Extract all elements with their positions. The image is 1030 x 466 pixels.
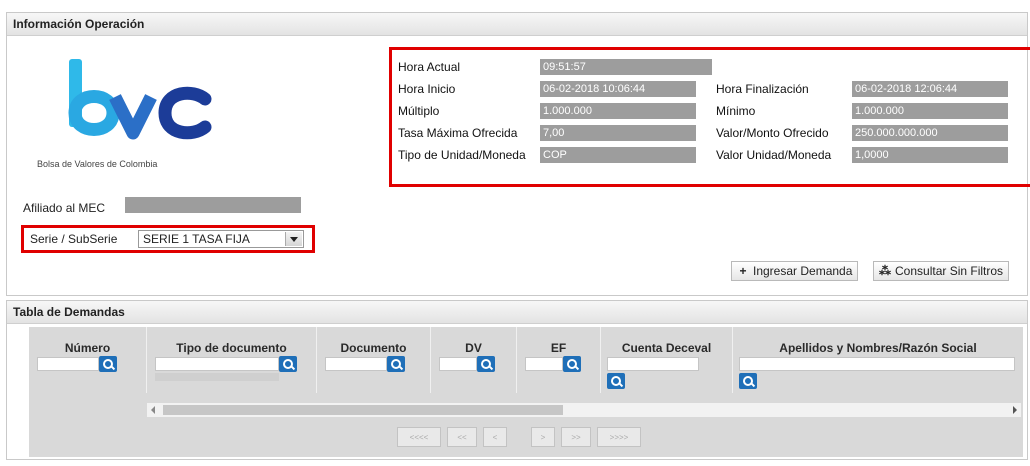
tasa-label: Tasa Máxima Ofrecida bbox=[398, 126, 518, 140]
filter-apellidos-nombres-input[interactable] bbox=[739, 357, 1015, 371]
search-icon[interactable] bbox=[607, 373, 625, 389]
tipo-unidad-value: COP bbox=[540, 147, 696, 163]
search-icon[interactable] bbox=[99, 356, 117, 372]
tipo-unidad-label: Tipo de Unidad/Moneda bbox=[398, 148, 526, 162]
next-group-button[interactable]: >> bbox=[561, 427, 591, 447]
plus-icon: + bbox=[739, 264, 747, 278]
horizontal-scrollbar[interactable] bbox=[147, 403, 1021, 417]
minimo-value: 1.000.000 bbox=[852, 103, 1008, 119]
column-ef: EF bbox=[517, 327, 601, 393]
search-icon[interactable] bbox=[739, 373, 757, 389]
column-header: DV bbox=[465, 341, 482, 355]
hora-fin-label: Hora Finalización bbox=[716, 82, 809, 96]
search-icon[interactable] bbox=[563, 356, 581, 372]
afiliado-label: Afiliado al MEC bbox=[23, 201, 106, 215]
serie-select-value: SERIE 1 TASA FIJA bbox=[143, 232, 250, 246]
filter-dv-input[interactable] bbox=[439, 357, 477, 371]
column-apellidos-nombres: Apellidos y Nombres/Razón Social bbox=[733, 327, 1023, 393]
valor-unidad-label: Valor Unidad/Moneda bbox=[716, 148, 832, 162]
column-header: Cuenta Deceval bbox=[621, 341, 712, 355]
column-dv: DV bbox=[431, 327, 517, 393]
filter-numero-input[interactable] bbox=[37, 357, 99, 371]
hora-actual-value: 09:51:57 bbox=[540, 59, 712, 75]
search-icon[interactable] bbox=[477, 356, 495, 372]
prev-group-button[interactable]: << bbox=[447, 427, 477, 447]
filter-cuenta-deceval-input[interactable] bbox=[607, 357, 699, 371]
column-header: Apellidos y Nombres/Razón Social bbox=[779, 341, 977, 355]
serie-select[interactable]: SERIE 1 TASA FIJA bbox=[138, 230, 304, 248]
column-header: Número bbox=[64, 341, 111, 355]
column-header: EF bbox=[550, 341, 567, 355]
serie-highlight: Serie / SubSerie SERIE 1 TASA FIJA bbox=[21, 225, 315, 253]
minimo-label: Mínimo bbox=[716, 104, 756, 118]
panel-title: Información Operación bbox=[7, 13, 1027, 36]
valor-monto-label: Valor/Monto Ofrecido bbox=[716, 126, 829, 140]
scrollbar-thumb[interactable] bbox=[163, 405, 563, 415]
logo-caption: Bolsa de Valores de Colombia bbox=[37, 159, 158, 169]
multiplo-label: Múltiplo bbox=[398, 104, 440, 118]
informacion-operacion-panel: Información Operación Bolsa de Valores d… bbox=[6, 12, 1030, 296]
bvc-logo-graphic bbox=[68, 59, 212, 140]
bvc-logo bbox=[55, 53, 235, 193]
tipo-documento-subfield bbox=[155, 373, 279, 381]
consultar-sin-filtros-label: Consultar Sin Filtros bbox=[895, 264, 1004, 278]
search-icon[interactable] bbox=[387, 356, 405, 372]
scroll-left-icon[interactable] bbox=[151, 406, 155, 414]
info-highlight: Hora Actual 09:51:57 Hora Inicio 06-02-2… bbox=[389, 47, 1030, 187]
multiplo-value: 1.000.000 bbox=[540, 103, 696, 119]
tasa-value: 7,00 bbox=[540, 125, 696, 141]
filter-tipo-documento-input[interactable] bbox=[155, 357, 279, 371]
hora-fin-value: 06-02-2018 12:06:44 bbox=[852, 81, 1008, 97]
panel-title: Tabla de Demandas bbox=[7, 301, 1027, 324]
hora-inicio-value: 06-02-2018 10:06:44 bbox=[540, 81, 696, 97]
next-page-button[interactable]: > bbox=[531, 427, 555, 447]
spinner-icon: ⁂ bbox=[879, 264, 891, 278]
afiliado-field bbox=[125, 197, 301, 213]
ingresar-demanda-button[interactable]: + Ingresar Demanda bbox=[731, 261, 859, 281]
column-header: Tipo de documento bbox=[176, 341, 287, 355]
column-documento: Documento bbox=[317, 327, 431, 393]
column-cuenta-deceval: Cuenta Deceval bbox=[601, 327, 733, 393]
serie-label: Serie / SubSerie bbox=[30, 232, 118, 246]
demandas-grid: Número Tipo de documento Documento DV EF… bbox=[29, 327, 1023, 457]
column-header: Documento bbox=[340, 341, 407, 355]
ingresar-demanda-label: Ingresar Demanda bbox=[753, 264, 853, 278]
chevron-down-icon[interactable] bbox=[285, 232, 302, 246]
filter-documento-input[interactable] bbox=[325, 357, 387, 371]
column-tipo-documento: Tipo de documento bbox=[147, 327, 317, 393]
tabla-demandas-panel: Tabla de Demandas Número Tipo de documen… bbox=[6, 300, 1028, 460]
filter-ef-input[interactable] bbox=[525, 357, 563, 371]
scroll-right-icon[interactable] bbox=[1013, 406, 1017, 414]
first-page-button[interactable]: <<<< bbox=[397, 427, 441, 447]
column-numero: Número bbox=[29, 327, 147, 393]
valor-monto-value: 250.000.000.000 bbox=[852, 125, 1008, 141]
consultar-sin-filtros-button[interactable]: ⁂ Consultar Sin Filtros bbox=[873, 261, 1010, 281]
prev-page-button[interactable]: < bbox=[483, 427, 507, 447]
hora-inicio-label: Hora Inicio bbox=[398, 82, 456, 96]
valor-unidad-value: 1,0000 bbox=[852, 147, 1008, 163]
pagination: <<<< << < > >> >>>> bbox=[397, 427, 677, 449]
last-page-button[interactable]: >>>> bbox=[597, 427, 641, 447]
hora-actual-label: Hora Actual bbox=[398, 60, 461, 74]
search-icon[interactable] bbox=[279, 356, 297, 372]
